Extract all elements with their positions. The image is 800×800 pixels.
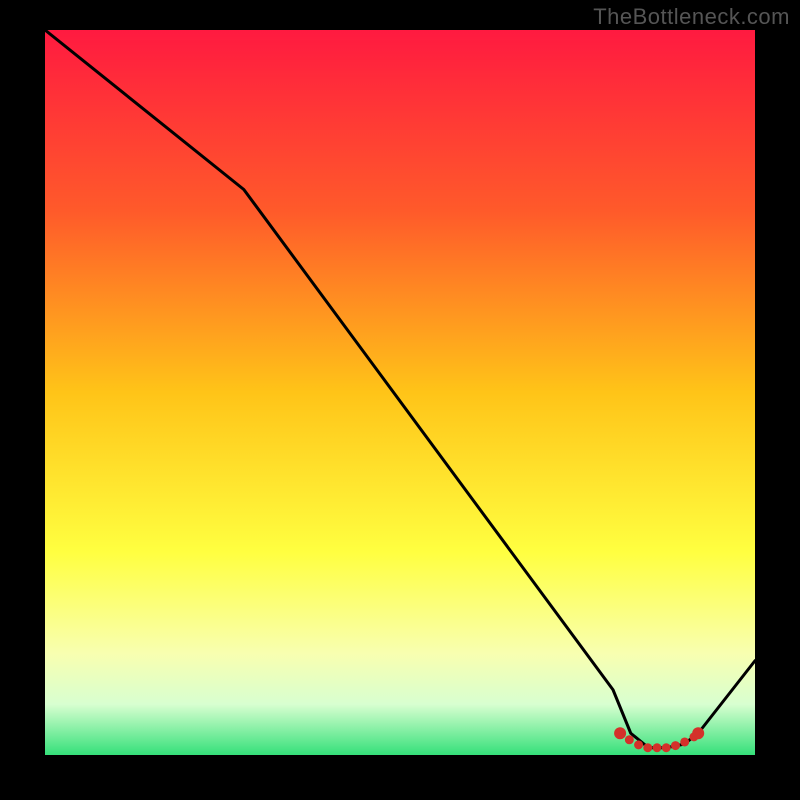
- chart-area: [45, 30, 755, 755]
- point-optimal-range: [692, 727, 704, 739]
- point-optimal-range: [662, 743, 671, 752]
- point-optimal-range: [671, 741, 680, 750]
- chart-svg: [45, 30, 755, 755]
- point-optimal-range: [680, 737, 689, 746]
- point-optimal-range: [643, 743, 652, 752]
- point-optimal-range: [614, 727, 626, 739]
- watermark-text: TheBottleneck.com: [593, 4, 790, 30]
- point-optimal-range: [653, 743, 662, 752]
- chart-background: [45, 30, 755, 755]
- point-optimal-range: [625, 735, 634, 744]
- point-optimal-range: [634, 740, 643, 749]
